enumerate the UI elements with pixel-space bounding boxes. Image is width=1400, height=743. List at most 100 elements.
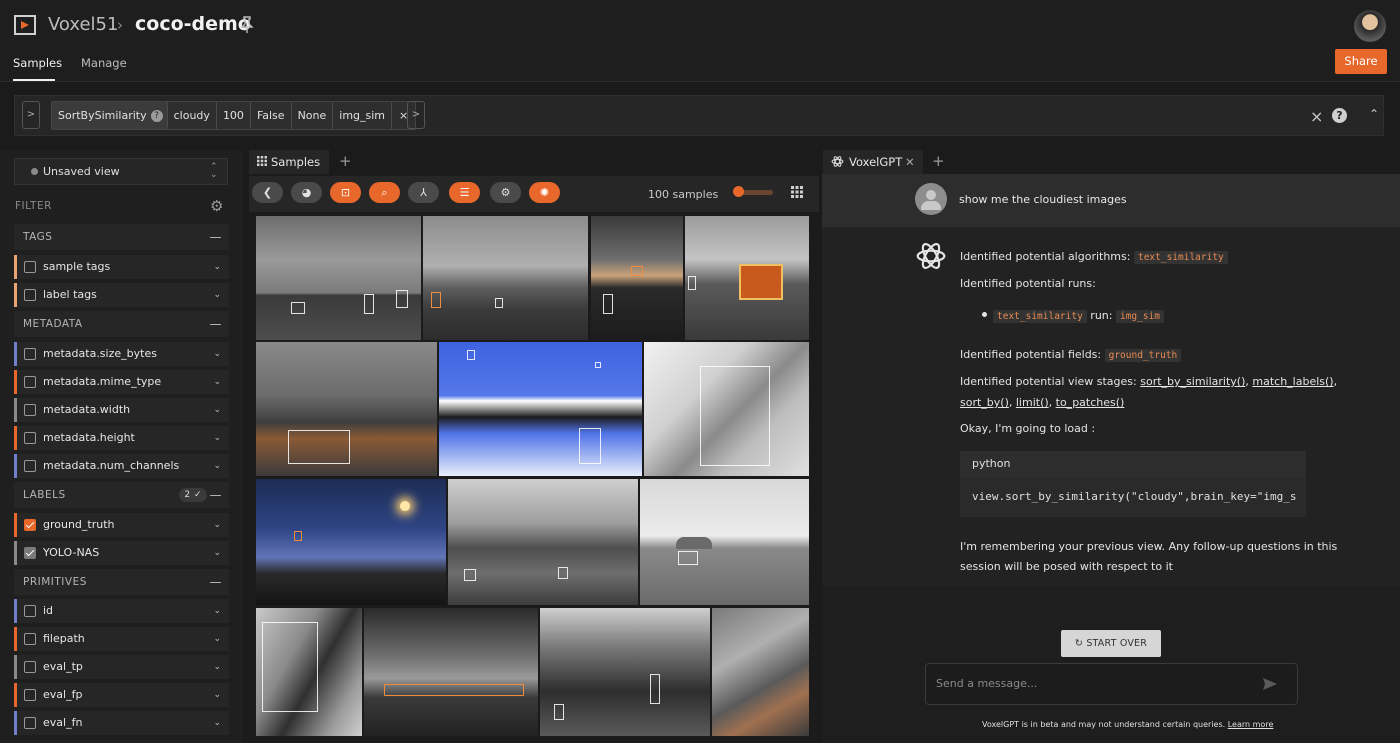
sample-thumbnail[interactable]	[685, 216, 809, 340]
voxelgpt-tab[interactable]: VoxelGPT ✕	[823, 150, 923, 174]
sample-thumbnail[interactable]	[591, 216, 683, 340]
chevron-down-icon[interactable]: ⌄	[213, 627, 221, 651]
stage-link[interactable]: limit()	[1016, 396, 1049, 409]
sidebar-field-row[interactable]: metadata.width ⌄	[14, 398, 229, 422]
collapse-icon[interactable]: —	[210, 224, 223, 250]
group-header-metadata[interactable]: METADATA —	[14, 311, 229, 337]
stage-param-k[interactable]: 100	[216, 102, 251, 129]
grid-layout-icon[interactable]	[791, 186, 803, 198]
sidebar-field-row[interactable]: id ⌄	[14, 599, 229, 623]
selected-count-badge[interactable]: 2 ✓	[179, 488, 207, 502]
brand-name[interactable]: Voxel51	[48, 14, 118, 35]
stage-param-query[interactable]: cloudy	[167, 102, 217, 129]
sample-thumbnail[interactable]	[256, 608, 362, 736]
group-header-labels[interactable]: LABELS 2 ✓ —	[14, 482, 229, 508]
sample-thumbnail[interactable]	[364, 608, 538, 736]
view-bar-expand-left-button[interactable]: >	[22, 101, 40, 129]
field-checkbox[interactable]	[24, 519, 36, 531]
group-header-primitives[interactable]: PRIMITIVES —	[14, 569, 229, 595]
sample-thumbnail[interactable]	[423, 216, 588, 340]
start-over-button[interactable]: ↻ START OVER	[1061, 630, 1161, 657]
chevron-down-icon[interactable]: ⌄	[213, 370, 221, 394]
pin-icon[interactable]	[240, 16, 254, 34]
stage-param-brain-key[interactable]: img_sim	[333, 102, 393, 129]
stage-help-icon[interactable]: ?	[150, 110, 163, 122]
saved-view-selector[interactable]: Unsaved view	[14, 158, 228, 185]
sidebar-field-row[interactable]: eval_fn ⌄	[14, 711, 229, 735]
sample-thumbnail[interactable]	[439, 342, 642, 476]
stage-name[interactable]: SortBySimilarity?	[52, 102, 168, 129]
add-panel-icon[interactable]: +	[932, 152, 945, 170]
zoom-slider-handle[interactable]	[733, 186, 744, 197]
chevron-down-icon[interactable]: ⌄	[213, 513, 221, 537]
field-checkbox[interactable]	[24, 605, 36, 617]
field-checkbox[interactable]	[24, 717, 36, 729]
stage-link[interactable]: sort_by()	[960, 396, 1009, 409]
settings-gear-icon[interactable]: ⚙	[490, 182, 521, 203]
chevron-down-icon[interactable]: ⌄	[213, 283, 221, 307]
stage-param-reverse[interactable]: False	[250, 102, 292, 129]
search-icon[interactable]: ⌕	[369, 182, 400, 203]
tab-samples[interactable]: Samples	[13, 56, 62, 70]
clear-view-close-icon[interactable]: ×	[1310, 107, 1323, 126]
collapse-icon[interactable]: —	[210, 569, 223, 595]
sort-list-icon[interactable]: ☰	[449, 182, 480, 203]
stage-link[interactable]: to_patches()	[1056, 396, 1125, 409]
sidebar-field-row[interactable]: metadata.num_channels ⌄	[14, 454, 229, 478]
collapse-icon[interactable]: —	[210, 311, 223, 337]
chevron-down-icon[interactable]: ⌄	[213, 711, 221, 735]
close-icon[interactable]: ✕	[905, 150, 915, 174]
sidebar-field-row[interactable]: filepath ⌄	[14, 627, 229, 651]
merge-icon[interactable]: ⅄	[408, 182, 439, 203]
field-checkbox[interactable]	[24, 289, 36, 301]
patches-icon[interactable]: ⊡	[330, 182, 361, 203]
field-checkbox[interactable]	[24, 404, 36, 416]
sidebar-field-row[interactable]: metadata.height ⌄	[14, 426, 229, 450]
share-button[interactable]: Share	[1335, 49, 1387, 74]
field-checkbox[interactable]	[24, 633, 36, 645]
view-bar-help-icon[interactable]: ?	[1332, 108, 1347, 123]
field-checkbox[interactable]	[24, 376, 36, 388]
sample-thumbnail[interactable]	[256, 479, 446, 605]
chevron-down-icon[interactable]: ⌄	[213, 454, 221, 478]
sidebar-field-row[interactable]: YOLO-NAS ⌄	[14, 541, 229, 565]
field-checkbox[interactable]	[24, 432, 36, 444]
user-avatar[interactable]	[1354, 10, 1386, 42]
voxel51-logo-icon[interactable]	[12, 12, 38, 38]
field-checkbox[interactable]	[24, 348, 36, 360]
back-icon[interactable]: ❮	[252, 182, 283, 203]
learn-more-link[interactable]: Learn more	[1228, 720, 1274, 729]
field-checkbox[interactable]	[24, 547, 36, 559]
sample-thumbnail[interactable]	[256, 342, 437, 476]
group-header-tags[interactable]: TAGS —	[14, 224, 229, 250]
sidebar-field-row[interactable]: eval_tp ⌄	[14, 655, 229, 679]
field-checkbox[interactable]	[24, 661, 36, 673]
stage-param-dist-field[interactable]: None	[291, 102, 334, 129]
chevron-down-icon[interactable]: ⌄	[213, 599, 221, 623]
tab-manage[interactable]: Manage	[81, 56, 127, 70]
samples-tab[interactable]: Samples	[249, 150, 329, 174]
sample-thumbnail[interactable]	[256, 216, 421, 340]
sample-thumbnail[interactable]	[712, 608, 809, 736]
view-bar-expand-right-button[interactable]: >	[407, 101, 425, 129]
sample-thumbnail[interactable]	[540, 608, 710, 736]
sidebar-field-row[interactable]: label tags ⌄	[14, 283, 229, 307]
sample-thumbnail[interactable]	[640, 479, 809, 605]
chevron-down-icon[interactable]: ⌄	[213, 398, 221, 422]
chevron-down-icon[interactable]: ⌄	[213, 541, 221, 565]
color-palette-icon[interactable]: ◕	[291, 182, 322, 203]
sample-thumbnail[interactable]	[644, 342, 809, 476]
view-stage-sort-by-similarity[interactable]: SortBySimilarity? cloudy 100 False None …	[51, 101, 417, 130]
stage-link[interactable]: match_labels()	[1252, 375, 1333, 388]
collapse-icon[interactable]: —	[210, 482, 223, 508]
chevron-down-icon[interactable]: ⌄	[213, 426, 221, 450]
up-down-caret-icon[interactable]: ⌃ ⌄	[210, 163, 218, 180]
sidebar-field-row[interactable]: sample tags ⌄	[14, 255, 229, 279]
message-input[interactable]: Send a message...	[925, 663, 1298, 705]
sidebar-field-row[interactable]: metadata.mime_type ⌄	[14, 370, 229, 394]
sidebar-field-row[interactable]: ground_truth ⌄	[14, 513, 229, 537]
sidebar-field-row[interactable]: eval_fp ⌄	[14, 683, 229, 707]
chevron-down-icon[interactable]: ⌄	[213, 342, 221, 366]
gear-icon[interactable]: ⚙	[210, 197, 223, 215]
dataset-name[interactable]: coco-demo	[135, 13, 251, 35]
